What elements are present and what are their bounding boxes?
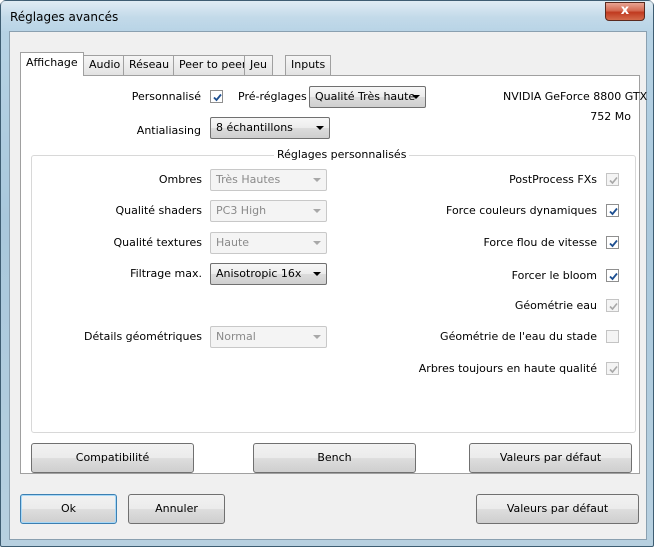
chevron-down-icon	[313, 272, 321, 276]
checkmark-icon	[609, 239, 618, 248]
custom-settings-group: Réglages personnalisés Ombres Très Haute…	[31, 148, 636, 433]
bench-button[interactable]: Bench	[253, 443, 416, 473]
textures-label: Qualité textures	[113, 236, 202, 249]
couleurs-dynamiques-checkbox[interactable]	[606, 204, 619, 217]
display-tab-panel: Personnalisé Pré-réglages Qualité Très h…	[20, 75, 647, 474]
eau-stade-checkbox[interactable]	[606, 330, 619, 343]
filtrage-label: Filtrage max.	[130, 267, 202, 280]
antialiasing-label: Antialiasing	[136, 124, 201, 137]
filtrage-select[interactable]: Anisotropic 16x	[210, 263, 327, 285]
details-geometriques-value: Normal	[216, 330, 256, 343]
chevron-down-icon	[316, 126, 324, 130]
filtrage-value: Anisotropic 16x	[216, 267, 302, 280]
eau-stade-label: Géométrie de l'eau du stade	[440, 330, 597, 343]
checkmark-icon	[609, 365, 618, 374]
shaders-label: Qualité shaders	[115, 204, 202, 217]
couleurs-dynamiques-label: Force couleurs dynamiques	[446, 204, 597, 217]
dialog-window: Réglages avancés x Affichage Audio Résea…	[0, 0, 654, 547]
panel-defaults-button[interactable]: Valeurs par défaut	[469, 443, 632, 473]
chevron-down-icon	[313, 209, 321, 213]
chevron-down-icon	[412, 95, 420, 99]
gpu-memory: 752 Mo	[590, 110, 631, 123]
window-title: Réglages avancés	[10, 10, 119, 24]
antialiasing-select[interactable]: 8 échantillons	[210, 117, 330, 139]
bloom-label: Forcer le bloom	[511, 269, 597, 282]
tab-affichage[interactable]: Affichage	[20, 52, 84, 76]
geometrie-eau-checkbox[interactable]	[606, 299, 619, 312]
presets-select[interactable]: Qualité Très haute	[309, 86, 426, 108]
textures-select[interactable]: Haute	[210, 232, 327, 254]
presets-label: Pré-réglages	[238, 90, 307, 103]
textures-value: Haute	[216, 236, 250, 249]
ombres-select[interactable]: Très Hautes	[210, 169, 327, 191]
close-icon: x	[620, 3, 630, 18]
flou-vitesse-checkbox[interactable]	[606, 236, 619, 249]
custom-settings-title: Réglages personnalisés	[274, 148, 410, 161]
checkmark-icon	[213, 93, 222, 102]
checkmark-icon	[609, 176, 618, 185]
checkmark-icon	[609, 272, 618, 281]
ombres-label: Ombres	[158, 173, 202, 186]
tab-reseau[interactable]: Réseau	[123, 55, 176, 75]
tab-inputs[interactable]: Inputs	[285, 55, 332, 75]
checkmark-icon	[609, 207, 618, 216]
arbres-checkbox[interactable]	[606, 362, 619, 375]
antialiasing-value: 8 échantillons	[216, 121, 293, 134]
shaders-value: PC3 High	[216, 204, 267, 217]
gpu-name: NVIDIA GeForce 8800 GTX	[503, 90, 648, 103]
chevron-down-icon	[313, 335, 321, 339]
compatibility-button[interactable]: Compatibilité	[31, 443, 194, 473]
tab-peer-to-peer[interactable]: Peer to peer	[173, 55, 253, 75]
ombres-value: Très Hautes	[216, 173, 281, 186]
ok-button[interactable]: Ok	[20, 494, 117, 524]
checkmark-icon	[609, 302, 618, 311]
chevron-down-icon	[313, 241, 321, 245]
bloom-checkbox[interactable]	[606, 269, 619, 282]
postprocess-label: PostProcess FXs	[509, 173, 597, 186]
chevron-down-icon	[313, 178, 321, 182]
footer-defaults-button[interactable]: Valeurs par défaut	[476, 494, 639, 524]
dialog-client-area: Affichage Audio Réseau Peer to peer Jeu …	[9, 31, 647, 540]
personnalise-checkbox[interactable]	[210, 90, 223, 103]
arbres-label: Arbres toujours en haute qualité	[418, 362, 597, 375]
presets-value: Qualité Très haute	[315, 90, 416, 103]
postprocess-checkbox[interactable]	[606, 173, 619, 186]
close-button[interactable]: x	[605, 2, 645, 21]
tab-jeu[interactable]: Jeu	[244, 55, 273, 75]
personnalise-label: Personnalisé	[131, 90, 201, 103]
flou-vitesse-label: Force flou de vitesse	[483, 236, 597, 249]
title-bar[interactable]: Réglages avancés x	[1, 1, 653, 31]
details-geometriques-select[interactable]: Normal	[210, 326, 327, 348]
tab-audio[interactable]: Audio	[83, 55, 127, 75]
geometrie-eau-label: Géométrie eau	[514, 299, 597, 312]
details-geometriques-label: Détails géométriques	[84, 330, 202, 343]
cancel-button[interactable]: Annuler	[128, 494, 225, 524]
shaders-select[interactable]: PC3 High	[210, 200, 327, 222]
